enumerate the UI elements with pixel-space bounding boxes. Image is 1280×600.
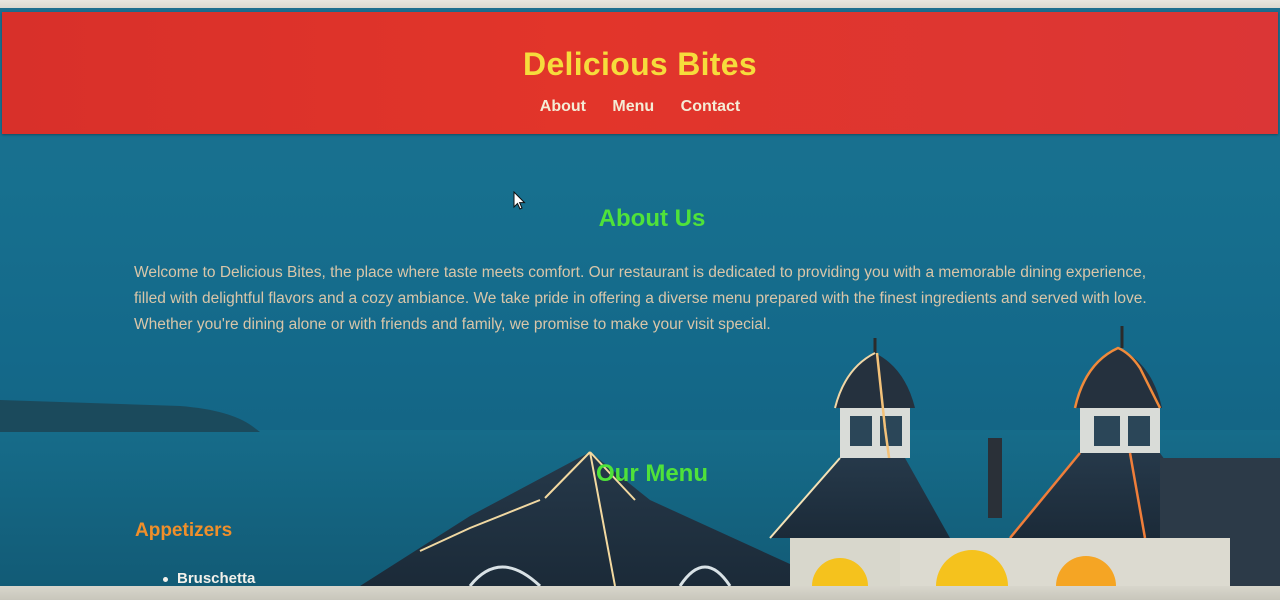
main-nav: About Menu Contact <box>2 98 1278 116</box>
page-body: Delicious Bites About Menu Contact About… <box>0 8 1280 586</box>
menu-item: Bruschetta <box>162 570 256 586</box>
site-title: Delicious Bites <box>523 46 757 82</box>
nav-link-menu[interactable]: Menu <box>612 98 654 116</box>
about-heading: About Us <box>598 205 706 232</box>
appetizers-list: Bruschetta <box>162 570 256 586</box>
mouse-pointer-icon <box>513 191 526 210</box>
nav-link-contact[interactable]: Contact <box>681 98 741 116</box>
about-paragraph: Welcome to Delicious Bites, the place wh… <box>134 264 1147 333</box>
browser-bottom-bar <box>0 586 1280 600</box>
site-header: Delicious Bites About Menu Contact <box>2 12 1278 134</box>
menu-heading: Our Menu <box>596 460 708 487</box>
category-heading-appetizers: Appetizers <box>135 520 233 541</box>
nav-link-about[interactable]: About <box>540 98 586 116</box>
